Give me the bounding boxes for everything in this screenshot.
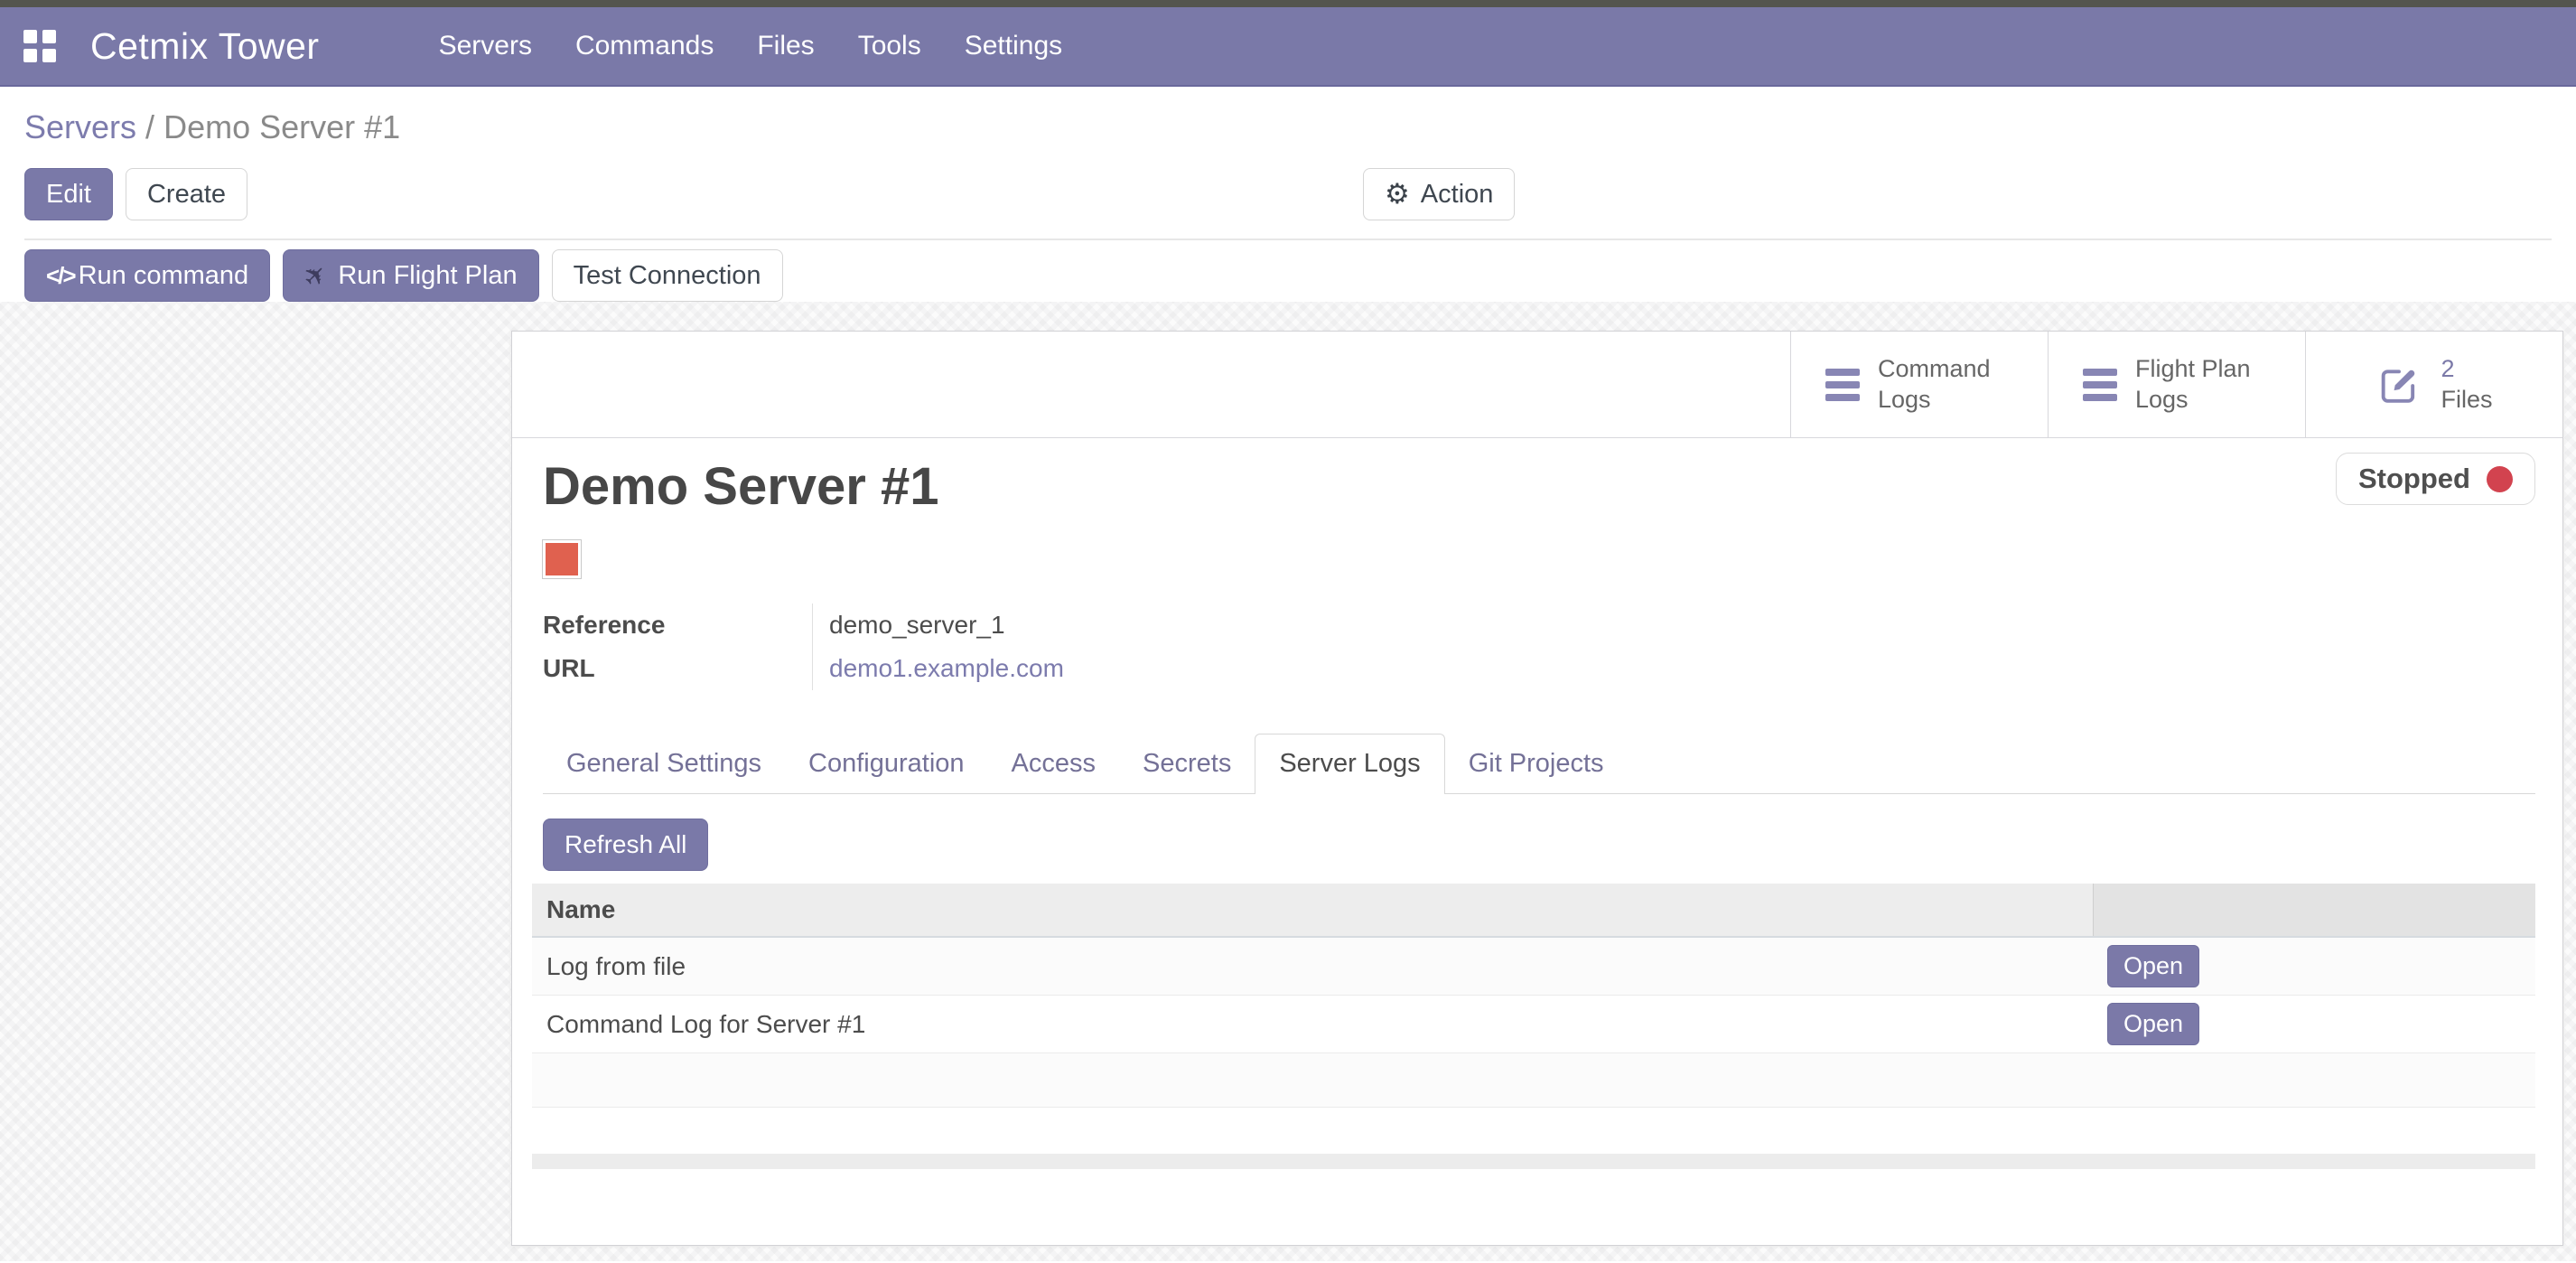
list-icon: [2083, 369, 2117, 401]
nav-item-tools[interactable]: Tools: [836, 31, 943, 61]
open-log-button[interactable]: Open: [2107, 1003, 2199, 1045]
field-value-reference: demo_server_1: [812, 603, 2535, 647]
files-count: 2: [2441, 354, 2492, 385]
window-top-strip: [0, 0, 2576, 7]
breadcrumb-current: Demo Server #1: [163, 108, 400, 145]
flight-plan-logs-label: Flight Plan Logs: [2135, 354, 2271, 416]
server-logs-panel: Refresh All Name Log from file Open: [543, 794, 2535, 1169]
server-logs-table: Name Log from file Open Command Log for …: [532, 884, 2535, 1169]
test-connection-button[interactable]: Test Connection: [552, 249, 783, 302]
server-color-swatch[interactable]: [543, 540, 581, 578]
action-button-label: Action: [1421, 180, 1494, 210]
field-value-url-link[interactable]: demo1.example.com: [812, 647, 2535, 690]
smart-button-bar: Command Logs Flight Plan Logs 2: [512, 332, 2562, 438]
table-row[interactable]: Command Log for Server #1 Open: [532, 996, 2535, 1053]
action-button[interactable]: ⚙ Action: [1363, 168, 1515, 220]
nav-item-settings[interactable]: Settings: [943, 31, 1084, 61]
page-title: Demo Server #1: [543, 456, 2535, 517]
breadcrumb: Servers / Demo Server #1: [24, 87, 2552, 146]
create-button[interactable]: Create: [126, 168, 247, 220]
files-button[interactable]: 2 Files: [2305, 332, 2562, 437]
tab-secrets[interactable]: Secrets: [1119, 734, 1255, 793]
control-panel: Servers / Demo Server #1 Edit Create ⚙ A…: [0, 87, 2576, 302]
nav-item-servers[interactable]: Servers: [417, 31, 554, 61]
breadcrumb-parent[interactable]: Servers: [24, 108, 136, 145]
form-sheet: Command Logs Flight Plan Logs 2: [511, 331, 2563, 1246]
run-command-button[interactable]: </> Run command: [24, 249, 270, 302]
pencil-square-icon: [2375, 361, 2422, 408]
tab-server-logs[interactable]: Server Logs: [1255, 734, 1444, 794]
code-icon: </>: [46, 262, 75, 290]
run-command-label: Run command: [79, 261, 249, 291]
table-empty-row: [532, 1108, 2535, 1154]
server-field-group: Reference demo_server_1 URL demo1.exampl…: [543, 603, 2535, 690]
app-window: Cetmix Tower Servers Commands Files Tool…: [0, 0, 2576, 1263]
breadcrumb-separator: /: [145, 108, 154, 145]
command-logs-button[interactable]: Command Logs: [1790, 332, 2048, 437]
table-footer-bar: [532, 1154, 2535, 1169]
main-navbar: Cetmix Tower Servers Commands Files Tool…: [0, 7, 2576, 87]
log-name: Command Log for Server #1: [532, 998, 2093, 1051]
server-actions-row: </> Run command ✈ Run Flight Plan Test C…: [24, 249, 2552, 302]
command-logs-label: Command Logs: [1878, 354, 2013, 416]
open-log-button[interactable]: Open: [2107, 945, 2199, 987]
nav-menu: Servers Commands Files Tools Settings: [417, 31, 1085, 61]
plane-icon: ✈: [296, 257, 335, 295]
sheet-body: Demo Server #1 Reference demo_server_1 U…: [512, 438, 2562, 1169]
column-header-name[interactable]: Name: [532, 884, 2093, 936]
log-name: Log from file: [532, 940, 2093, 993]
table-empty-row: [532, 1053, 2535, 1108]
notebook-tabs: General Settings Configuration Access Se…: [543, 734, 2535, 794]
app-brand[interactable]: Cetmix Tower: [90, 25, 320, 68]
tab-general-settings[interactable]: General Settings: [543, 734, 785, 793]
field-label-reference: Reference: [543, 603, 812, 647]
run-flight-plan-label: Run Flight Plan: [338, 261, 517, 291]
edit-button[interactable]: Edit: [24, 168, 113, 220]
table-row[interactable]: Log from file Open: [532, 938, 2535, 996]
flight-plan-logs-button[interactable]: Flight Plan Logs: [2048, 332, 2305, 437]
files-label: Files: [2441, 385, 2492, 416]
run-flight-plan-button[interactable]: ✈ Run Flight Plan: [283, 249, 538, 302]
nav-item-files[interactable]: Files: [735, 31, 835, 61]
apps-grid-icon[interactable]: [23, 30, 56, 62]
refresh-all-button[interactable]: Refresh All: [543, 819, 708, 871]
tab-access[interactable]: Access: [988, 734, 1119, 793]
field-label-url: URL: [543, 647, 812, 690]
control-panel-divider: [24, 239, 2552, 240]
table-header-row: Name: [532, 884, 2535, 938]
edit-create-row: Edit Create ⚙ Action: [24, 168, 2552, 220]
files-button-text: 2 Files: [2441, 354, 2492, 416]
column-header-action: [2093, 884, 2535, 936]
tab-git-projects[interactable]: Git Projects: [1445, 734, 1628, 793]
list-icon: [1825, 369, 1860, 401]
tab-configuration[interactable]: Configuration: [785, 734, 988, 793]
gear-icon: ⚙: [1385, 178, 1410, 210]
content-background: Command Logs Flight Plan Logs 2: [0, 302, 2576, 1261]
nav-item-commands[interactable]: Commands: [554, 31, 735, 61]
